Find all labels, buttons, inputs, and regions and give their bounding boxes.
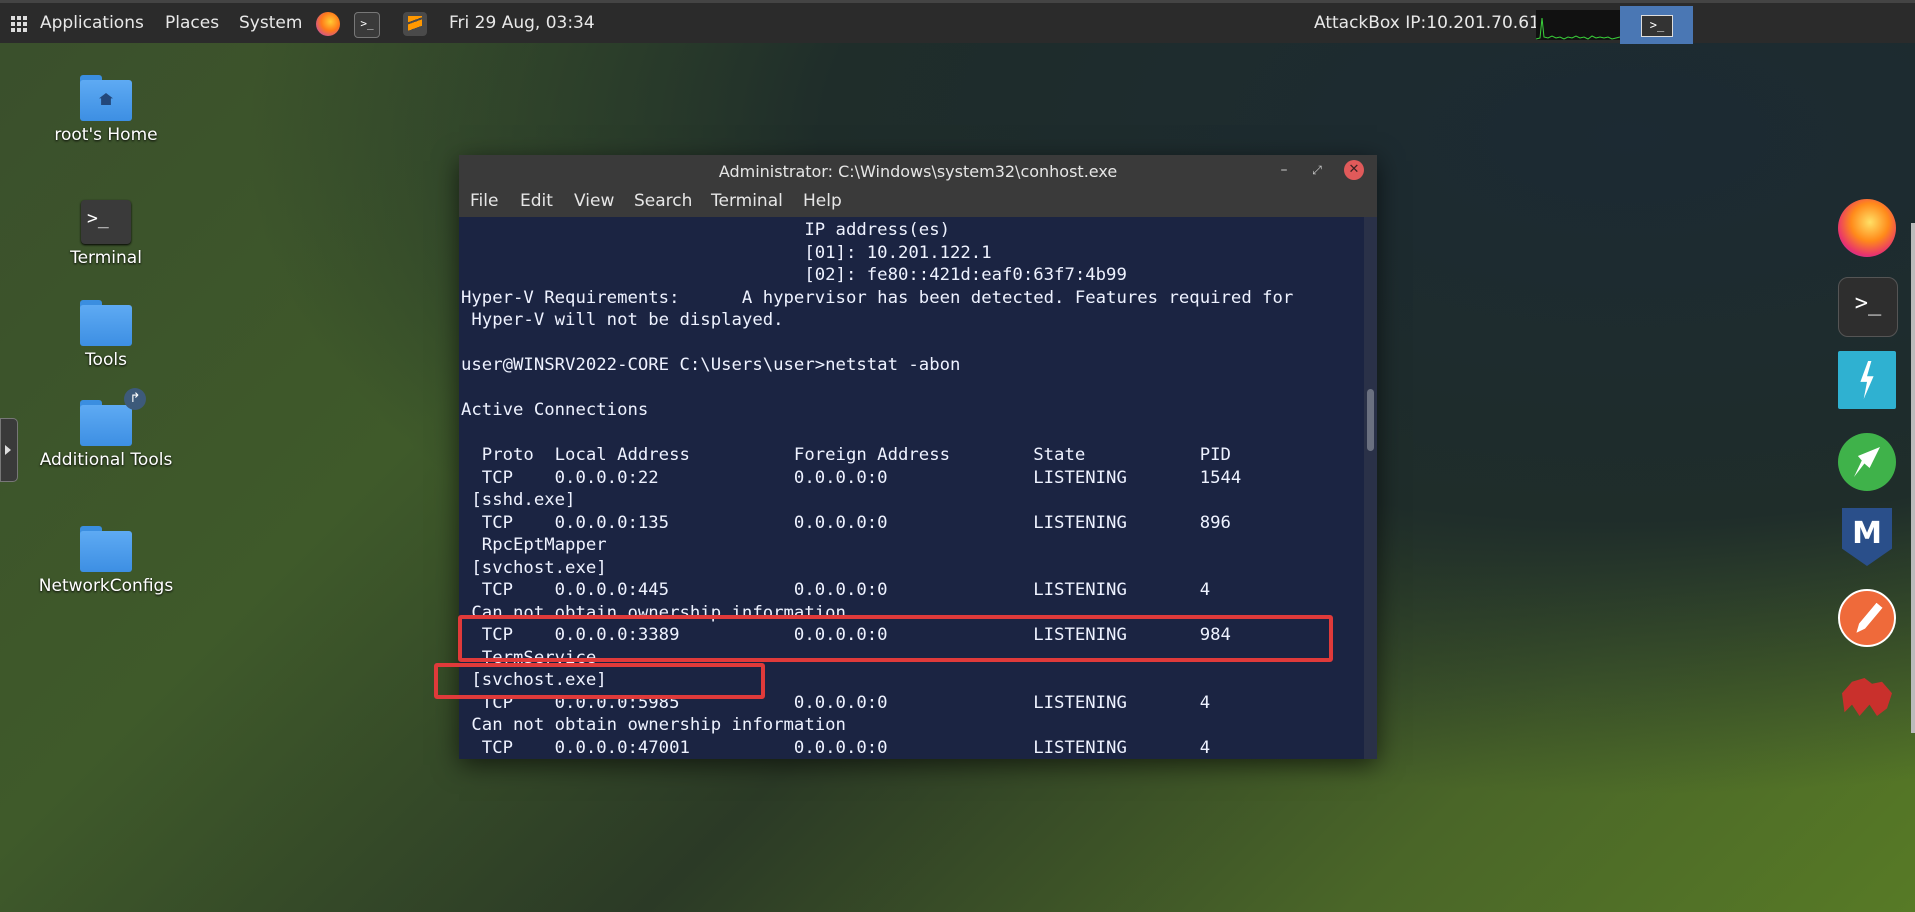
highlight-box-port-3389 — [458, 615, 1333, 662]
terminal-line: [01]: 10.201.122.1 — [461, 242, 992, 263]
terminal-line: [02]: fe80::421d:eaf0:63f7:4b99 — [461, 265, 1127, 285]
desktop-icon-label: root's Home — [54, 125, 158, 145]
terminal-line: TCP 0.0.0.0:22 0.0.0.0:0 LISTENING 1544 — [461, 467, 1242, 488]
desktop-icon-label: Additional Tools — [39, 450, 173, 470]
close-icon[interactable]: ✕ — [1344, 160, 1364, 180]
terminal-line: user@WINSRV2022-CORE C:\Users\user>netst… — [461, 355, 961, 375]
desktop-icon-tools[interactable]: Tools — [26, 300, 186, 370]
terminal-line: TCP 0.0.0.0:135 0.0.0.0:0 LISTENING 896 — [461, 512, 1231, 533]
menu-help[interactable]: Help — [803, 191, 842, 211]
terminal-line: TCP 0.0.0.0:445 0.0.0.0:0 LISTENING 4 — [461, 580, 1211, 600]
scrollbar-thumb[interactable] — [1367, 389, 1374, 451]
terminal-icon: >_ — [81, 200, 131, 244]
window-title: Administrator: C:\Windows\system32\conho… — [718, 162, 1118, 181]
maximize-icon[interactable]: ⤢ — [1308, 161, 1326, 179]
menu-view[interactable]: View — [574, 191, 614, 211]
minimize-icon[interactable]: – — [1275, 161, 1293, 179]
desktop-icon-label: NetworkConfigs — [38, 576, 174, 596]
terminal-line: RpcEptMapper — [461, 535, 607, 555]
menu-edit[interactable]: Edit — [520, 191, 553, 211]
terminal-icon[interactable]: >_ — [354, 12, 380, 38]
shared-folder-icon: ↱ — [80, 388, 146, 446]
highlight-box-svchost — [434, 663, 765, 699]
desktop-icon-label: Terminal — [70, 248, 142, 268]
terminal-line: [sshd.exe] — [461, 490, 576, 510]
desktop-icon-home[interactable]: root's Home — [26, 75, 186, 145]
desktop-icon-terminal[interactable]: >_ Terminal — [26, 200, 186, 268]
firefox-icon[interactable] — [1838, 199, 1896, 257]
firefox-icon[interactable] — [316, 12, 340, 36]
postman-icon[interactable] — [1838, 589, 1896, 647]
terminal-line: Proto Local Address Foreign Address Stat… — [461, 445, 1231, 465]
terminal-line: IP address(es) — [461, 220, 950, 240]
panther-icon[interactable] — [1838, 668, 1896, 726]
applications-menu[interactable]: Applications — [40, 13, 144, 33]
rocket-icon[interactable] — [1838, 433, 1896, 491]
window-titlebar[interactable]: Administrator: C:\Windows\system32\conho… — [459, 155, 1377, 187]
terminal-line: Hyper-V will not be displayed. — [461, 310, 784, 330]
terminal-line: Active Connections — [461, 400, 649, 420]
attackbox-ip: AttackBox IP:10.201.70.61 — [1314, 13, 1540, 33]
folder-icon — [80, 526, 132, 572]
scrollbar[interactable] — [1364, 217, 1377, 759]
home-folder-icon — [80, 75, 132, 121]
top-panel: Applications Places System >_ Fri 29 Aug… — [0, 0, 1915, 44]
side-panel-handle[interactable] — [0, 418, 18, 482]
menu-search[interactable]: Search — [634, 191, 692, 211]
desktop-icon-networkconfigs[interactable]: NetworkConfigs — [26, 526, 186, 596]
menu-file[interactable]: File — [470, 191, 498, 211]
apps-grid-icon[interactable] — [11, 16, 27, 32]
terminal-line: TCP 0.0.0.0:47001 0.0.0.0:0 LISTENING 4 — [461, 737, 1211, 758]
share-badge-icon: ↱ — [124, 388, 146, 410]
menu-terminal[interactable]: Terminal — [711, 191, 783, 211]
system-menu[interactable]: System — [239, 13, 302, 33]
clock[interactable]: Fri 29 Aug, 03:34 — [449, 13, 595, 33]
desktop-icon-label: Tools — [85, 350, 127, 370]
desktop-icon-additional-tools[interactable]: ↱ Additional Tools — [26, 388, 186, 470]
dock-edge — [1911, 223, 1915, 733]
terminal-line: Can not obtain ownership information — [461, 715, 846, 735]
sublime-text-icon[interactable] — [403, 12, 427, 36]
terminal-task-icon: >_ — [1641, 15, 1673, 37]
terminal-icon[interactable]: >_ — [1838, 277, 1898, 337]
system-monitor-graph[interactable] — [1536, 10, 1620, 40]
zap-icon[interactable] — [1838, 351, 1896, 409]
terminal-line: Hyper-V Requirements: A hypervisor has b… — [461, 287, 1294, 308]
terminal-task-button[interactable]: >_ — [1620, 6, 1693, 44]
menubar: File Edit View Search Terminal Help — [459, 187, 1377, 217]
metasploit-icon[interactable]: M — [1838, 508, 1896, 566]
places-menu[interactable]: Places — [165, 13, 219, 33]
folder-icon — [80, 300, 132, 346]
terminal-line: [svchost.exe] — [461, 557, 607, 578]
